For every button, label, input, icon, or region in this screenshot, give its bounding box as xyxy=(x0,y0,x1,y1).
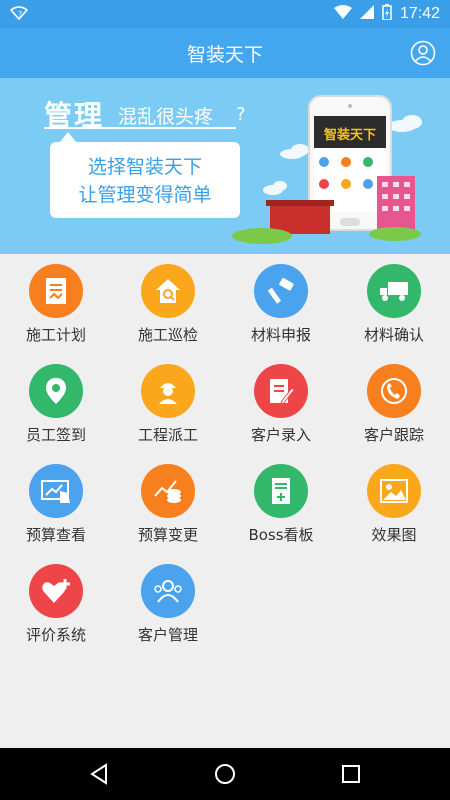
grid-item-label: 客户录入 xyxy=(250,426,311,444)
grid-item-customer-tracking[interactable]: 客户跟踪 xyxy=(338,354,450,454)
image-icon xyxy=(367,464,421,518)
promo-banner[interactable]: 管理 混乱很头疼 ? 选择智装天下 让管理变得简单 智装天下 xyxy=(0,78,450,254)
status-time: 17:42 xyxy=(399,5,440,22)
system-nav-bar xyxy=(0,748,450,800)
home-circle-icon[interactable] xyxy=(213,762,237,786)
grid-item-rendering[interactable]: 效果图 xyxy=(338,454,450,554)
battery-icon xyxy=(382,4,392,24)
grid-item-label: 客户管理 xyxy=(137,626,198,644)
app-title: 智装天下 xyxy=(186,44,263,66)
grid-item-boss-board[interactable]: Boss看板 xyxy=(225,454,337,554)
grid-item-label: Boss看板 xyxy=(248,526,314,544)
grid-item-customer-entry[interactable]: 客户录入 xyxy=(225,354,337,454)
grid-item-construction-plan[interactable]: 施工计划 xyxy=(0,254,112,354)
banner-headline: 管理 xyxy=(44,99,105,132)
house-search-icon xyxy=(141,264,195,318)
phone-customer-icon xyxy=(367,364,421,418)
group-icon xyxy=(141,564,195,618)
board-plus-icon xyxy=(254,464,308,518)
edit-document-icon xyxy=(254,364,308,418)
tools-icon xyxy=(254,264,308,318)
recents-square-icon[interactable] xyxy=(339,762,363,786)
grid-item-label: 材料确认 xyxy=(363,326,424,344)
grid-item-label: 员工签到 xyxy=(25,426,86,444)
user-circle-icon[interactable] xyxy=(410,40,436,66)
grid-item-budget-change[interactable]: 预算变更 xyxy=(112,454,224,554)
signal-icon xyxy=(359,5,374,23)
location-pin-icon xyxy=(29,364,83,418)
grid-item-material-report[interactable]: 材料申报 xyxy=(225,254,337,354)
worker-icon xyxy=(141,364,195,418)
status-bar: ? 17:42 xyxy=(0,0,450,28)
grid-item-label: 材料申报 xyxy=(250,326,311,344)
banner-line1: 选择智装天下 xyxy=(87,156,202,178)
coins-chart-icon xyxy=(141,464,195,518)
app-bar: 智装天下 xyxy=(0,28,450,78)
banner-question: ? xyxy=(236,104,246,125)
screen-touch-icon xyxy=(29,464,83,518)
grid-item-dispatch[interactable]: 工程派工 xyxy=(112,354,224,454)
grid-item-label: 效果图 xyxy=(371,526,417,544)
grid-item-staff-checkin[interactable]: 员工签到 xyxy=(0,354,112,454)
truck-icon xyxy=(367,264,421,318)
wifi-question-icon: ? xyxy=(9,6,29,23)
heart-plus-icon xyxy=(29,564,83,618)
phone-screen-title: 智装天下 xyxy=(323,128,376,143)
grid-item-construction-inspection[interactable]: 施工巡检 xyxy=(112,254,224,354)
grid-item-label: 评价系统 xyxy=(25,626,86,644)
grid-item-budget-view[interactable]: 预算查看 xyxy=(0,454,112,554)
grid-item-customer-management[interactable]: 客户管理 xyxy=(112,554,224,654)
grid-item-label: 预算查看 xyxy=(25,526,86,544)
wifi-icon xyxy=(333,5,352,23)
grid-item-label: 客户跟踪 xyxy=(363,426,424,444)
grid-item-label: 预算变更 xyxy=(137,526,198,544)
back-triangle-icon[interactable] xyxy=(87,762,111,786)
grid-item-evaluation[interactable]: 评价系统 xyxy=(0,554,112,654)
grid-item-label: 施工计划 xyxy=(25,326,86,344)
grid-item-label: 施工巡检 xyxy=(137,326,198,344)
svg-text:?: ? xyxy=(18,10,22,19)
grid-item-label: 工程派工 xyxy=(137,426,198,444)
banner-headline-sub: 混乱很头疼 xyxy=(118,106,214,128)
grid-item-material-confirm[interactable]: 材料确认 xyxy=(338,254,450,354)
feature-grid: 施工计划 施工巡检 材料申报 材料确认 员工签到 工程派工 客户录入 客户跟踪 … xyxy=(0,254,450,748)
banner-line2: 让管理变得简单 xyxy=(78,184,212,206)
document-icon xyxy=(29,264,83,318)
